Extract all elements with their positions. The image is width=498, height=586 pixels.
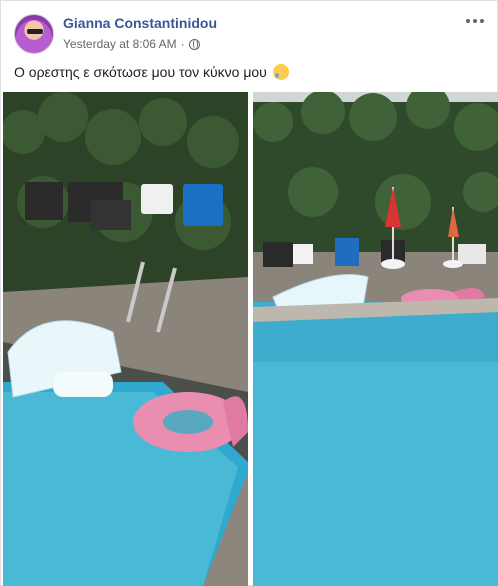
globe-icon[interactable] <box>188 38 200 50</box>
post-meta: Yesterday at 8:06 AM · <box>63 37 200 51</box>
photo-grid <box>3 92 498 586</box>
message-text: Ο ορεστης ε σκότωσε μου τον κύκνο μου <box>14 64 267 80</box>
sunglasses-detail <box>27 29 43 34</box>
photo-left-image <box>3 92 248 586</box>
facebook-post: Gianna Constantinidou Yesterday at 8:06 … <box>0 0 498 586</box>
photo-right[interactable] <box>253 92 498 586</box>
sad-tear-emoji-icon <box>272 64 289 80</box>
author-name[interactable]: Gianna Constantinidou <box>63 15 217 31</box>
timestamp[interactable]: Yesterday at 8:06 AM <box>63 37 177 51</box>
photo-right-image <box>253 92 498 586</box>
avatar[interactable] <box>14 14 54 54</box>
photo-left[interactable] <box>3 92 248 586</box>
post-message: Ο ορεστης ε σκότωσε μου τον κύκνο μου <box>14 64 289 80</box>
separator: · <box>180 37 185 51</box>
ellipsis-icon[interactable] <box>463 11 487 31</box>
post-header: Gianna Constantinidou Yesterday at 8:06 … <box>1 1 498 59</box>
